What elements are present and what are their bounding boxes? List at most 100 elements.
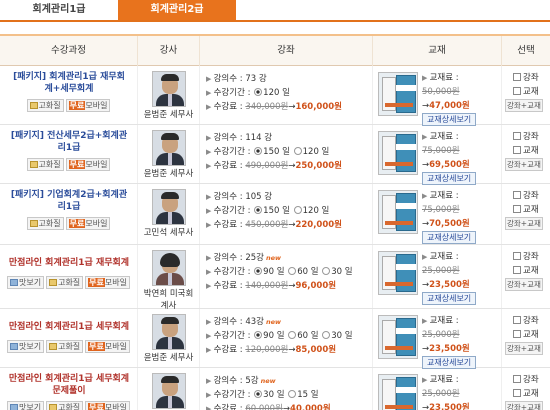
fee-discounted: 250,000원 [295, 161, 342, 171]
period-radio[interactable] [254, 147, 263, 155]
lecture-checkbox[interactable] [513, 132, 521, 140]
fee-label: 수강료 : [213, 345, 246, 355]
select-both: 강좌+교재 [505, 217, 548, 231]
free-mobile-button[interactable]: 무료모바일 [65, 158, 111, 171]
book-detail-button[interactable]: 교재상세보기 [422, 292, 477, 305]
book-info: ▶ 교재료 :50,000원→47,000원 교재상세보기 [422, 71, 499, 127]
lecture-checkbox[interactable] [513, 316, 521, 324]
book-cell: ▶ 교재료 :25,000원→23,500원교재상세보기 [372, 309, 501, 369]
lecture-count: ▶ 강의수 : 114 강 [206, 131, 370, 145]
hd-button[interactable]: 고화질 [26, 99, 64, 112]
lecture-checkbox[interactable] [513, 73, 521, 81]
free-mobile-button[interactable]: 무료모바일 [85, 276, 130, 289]
book-detail-button[interactable]: 교재상세보기 [422, 231, 477, 244]
book-checkbox[interactable] [513, 87, 521, 95]
lecture-checkbox[interactable] [513, 252, 521, 260]
book-cover-image[interactable] [378, 374, 418, 410]
book-fee-original: 25,000원 [422, 330, 460, 340]
hd-icon [29, 161, 38, 168]
period-option: 60 일 [297, 331, 319, 341]
period-radio[interactable] [293, 147, 302, 155]
lecture-book-button[interactable]: 강좌+교재 [505, 158, 543, 171]
tab-accounting-level2[interactable]: 회계관리2급 [118, 0, 236, 20]
course-title-link[interactable]: 만점라인 회계관리1급 세무회계 문제풀이 [4, 373, 134, 397]
select-cell: 강좌 교재 강좌+교재 [501, 66, 550, 124]
free-mobile-button[interactable]: 무료모바일 [65, 99, 111, 112]
free-mobile-button[interactable]: 무료모바일 [85, 340, 130, 353]
preview-button[interactable]: 맛보기 [6, 276, 45, 289]
book-checkbox[interactable] [513, 266, 521, 274]
period-option: 60 일 [297, 267, 319, 277]
hd-button[interactable]: 고화질 [46, 276, 84, 289]
teacher-photo [152, 250, 186, 286]
fee-discounted: 85,000원 [295, 345, 337, 355]
book-checkbox[interactable] [513, 389, 521, 397]
preview-button[interactable]: 맛보기 [6, 401, 45, 410]
lecture-book-button[interactable]: 강좌+교재 [505, 217, 543, 230]
book-checkbox[interactable] [513, 330, 521, 338]
fee-original: 340,000원 [245, 102, 289, 112]
course-title-link[interactable]: 만점라인 회계관리1급 재무회계 [4, 257, 134, 269]
book-cover-image[interactable] [378, 72, 418, 116]
book-checkbox-label: 교재 [523, 146, 539, 156]
teacher-name: 윤범준 세무사 [143, 353, 194, 363]
select-lecture: 강좌 [513, 189, 548, 203]
course-title-link[interactable]: [패키지] 전산세무2급+회계관 리1급 [4, 130, 134, 154]
period-radio[interactable] [288, 390, 297, 398]
free-badge: 무료 [88, 278, 105, 287]
hd-button[interactable]: 고화질 [26, 158, 64, 171]
preview-button[interactable]: 맛보기 [6, 340, 45, 353]
book-cell: ▶ 교재료 :75,000원→69,500원 교재상세보기 [372, 125, 501, 185]
book-cover-image[interactable] [378, 190, 418, 234]
book-checkbox-label: 교재 [523, 205, 539, 215]
teacher-photo [152, 314, 186, 350]
book-checkbox[interactable] [513, 205, 521, 213]
teacher-cell: 윤범준 세무사 [137, 309, 199, 367]
course-title-link[interactable]: [패키지] 기업회계2급+회계관 리1급 [4, 189, 134, 213]
free-mobile-button[interactable]: 무료모바일 [65, 217, 111, 230]
course-tabs: 회계관리1급 회계관리2급 [0, 0, 550, 22]
period-radio[interactable] [254, 88, 263, 96]
period-radio[interactable] [254, 390, 263, 398]
period-radio[interactable] [293, 206, 302, 214]
book-fee-label: ▶ 교재료 : [422, 250, 499, 264]
period-radio[interactable] [254, 267, 263, 275]
course-title-link[interactable]: 만점라인 회계관리1급 세무회계 [4, 321, 134, 333]
lecture-checkbox[interactable] [513, 375, 521, 383]
lecture-checkbox[interactable] [513, 191, 521, 199]
table-row: [패키지] 기업회계2급+회계관 리1급 고화질 무료모바일 고민석 세무사 ▶ 강의수 … [0, 184, 550, 245]
book-cell: ▶ 교재료 :25,000원→23,500원교재상세보기 [372, 245, 501, 308]
hd-button[interactable]: 고화질 [46, 401, 84, 410]
lecture-book-button[interactable]: 강좌+교재 [505, 342, 543, 355]
select-lecture: 강좌 [513, 71, 548, 85]
lecture-book-button[interactable]: 강좌+교재 [505, 401, 543, 410]
book-cover-image[interactable] [378, 315, 418, 359]
period-label: 수강기간 : [213, 267, 254, 277]
tab-accounting-level1[interactable]: 회계관리1급 [0, 0, 118, 20]
lecture-count-value: 114 강 [245, 133, 273, 143]
period-radio[interactable] [322, 267, 331, 275]
free-mobile-button[interactable]: 무료모바일 [85, 401, 130, 410]
hd-button[interactable]: 고화질 [46, 340, 84, 353]
course-title-link[interactable]: [패키지] 회계관리1급 재무회 계+세무회계 [4, 71, 134, 95]
lecture-book-button[interactable]: 강좌+교재 [505, 99, 543, 112]
lecture-count-label: 강의수 : [213, 317, 246, 327]
book-cover-image[interactable] [378, 131, 418, 175]
lecture-book-button[interactable]: 강좌+교재 [505, 278, 543, 291]
select-book: 교재 [513, 264, 548, 278]
period-radio[interactable] [288, 331, 297, 339]
book-fee-original: 25,000원 [422, 266, 460, 276]
lecture-cell: ▶ 강의수 : 114 강 ▶ 수강기간 : 150 일 120 일 ▶ 수강료 … [199, 125, 372, 183]
mobile-label: 모바일 [104, 342, 127, 351]
fee-original: 490,000원 [245, 161, 289, 171]
period-radio[interactable] [254, 206, 263, 214]
period-radio[interactable] [322, 331, 331, 339]
fee-discounted: 40,000원 [290, 404, 331, 410]
period-radio[interactable] [288, 267, 297, 275]
select-both: 강좌+교재 [505, 401, 548, 410]
book-checkbox[interactable] [513, 146, 521, 154]
book-cover-image[interactable] [378, 251, 418, 295]
teacher-cell: 윤범준 세무사 [137, 125, 199, 183]
period-radio[interactable] [254, 331, 263, 339]
hd-button[interactable]: 고화질 [26, 217, 64, 230]
